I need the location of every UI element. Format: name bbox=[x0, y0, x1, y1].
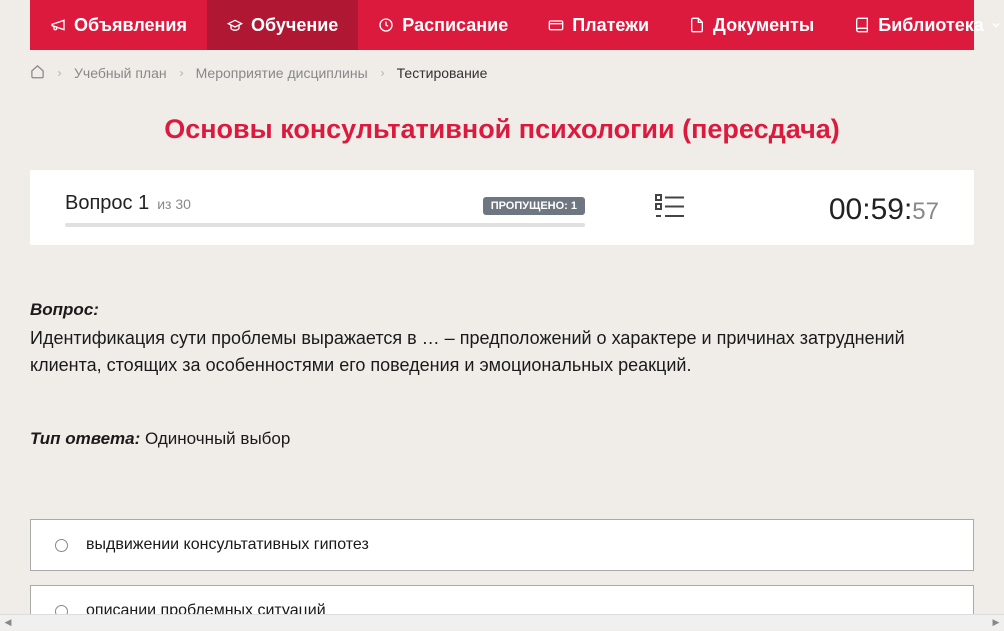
scroll-right-icon[interactable]: ▶ bbox=[988, 615, 1004, 631]
chevron-down-icon bbox=[990, 15, 1002, 36]
breadcrumb-curriculum[interactable]: Учебный план bbox=[74, 65, 167, 81]
question-list-icon[interactable] bbox=[655, 194, 685, 225]
page-title: Основы консультативной психологии (перес… bbox=[0, 114, 1004, 145]
book-icon bbox=[854, 17, 870, 33]
main-nav: Объявления Обучение Расписание Платежи Д… bbox=[30, 0, 974, 50]
document-icon bbox=[689, 17, 705, 33]
breadcrumb-current: Тестирование bbox=[397, 65, 488, 81]
radio-icon bbox=[55, 605, 68, 615]
question-text: Идентификация сути проблемы выражается в… bbox=[30, 325, 974, 379]
radio-icon bbox=[55, 539, 68, 552]
question-label: Вопрос: bbox=[30, 300, 974, 320]
nav-label: Расписание bbox=[402, 15, 508, 36]
answer-option[interactable]: описании проблемных ситуаций bbox=[30, 585, 974, 614]
nav-education[interactable]: Обучение bbox=[207, 0, 358, 50]
skipped-badge: ПРОПУЩЕНО: 1 bbox=[483, 197, 585, 215]
chevron-right-icon bbox=[177, 65, 186, 81]
question-section: Вопрос: Идентификация сути проблемы выра… bbox=[0, 245, 1004, 479]
graduation-cap-icon bbox=[227, 17, 243, 33]
answer-text: выдвижении консультативных гипотез bbox=[86, 536, 369, 554]
chevron-right-icon bbox=[55, 65, 64, 81]
home-icon[interactable] bbox=[30, 64, 45, 82]
nav-label: Объявления bbox=[74, 15, 187, 36]
answer-type-value: Одиночный выбор bbox=[140, 429, 290, 448]
timer: 00:59:57 bbox=[829, 193, 939, 227]
credit-card-icon bbox=[548, 17, 564, 33]
scrollbar-track[interactable] bbox=[16, 615, 988, 631]
timer-main: 00:59: bbox=[829, 193, 912, 227]
nav-label: Обучение bbox=[251, 15, 338, 36]
breadcrumb-discipline-event[interactable]: Мероприятие дисциплины bbox=[196, 65, 368, 81]
clock-icon bbox=[378, 17, 394, 33]
chevron-right-icon bbox=[378, 65, 387, 81]
question-total: из 30 bbox=[157, 196, 191, 212]
progress-bar bbox=[65, 223, 585, 227]
answer-text: описании проблемных ситуаций bbox=[86, 602, 326, 614]
nav-schedule[interactable]: Расписание bbox=[358, 0, 528, 50]
answers-list: выдвижении консультативных гипотез описа… bbox=[0, 479, 1004, 614]
breadcrumb: Учебный план Мероприятие дисциплины Тест… bbox=[0, 50, 1004, 96]
horizontal-scrollbar[interactable]: ◀ ▶ bbox=[0, 614, 1004, 630]
megaphone-icon bbox=[50, 17, 66, 33]
answer-type-label: Тип ответа: bbox=[30, 429, 140, 448]
question-number: Вопрос 1 bbox=[65, 192, 149, 215]
nav-label: Библиотека bbox=[878, 15, 984, 36]
timer-seconds: 57 bbox=[912, 198, 939, 226]
nav-label: Документы bbox=[713, 15, 814, 36]
nav-payments[interactable]: Платежи bbox=[528, 0, 669, 50]
answer-type: Тип ответа: Одиночный выбор bbox=[30, 429, 974, 449]
scroll-left-icon[interactable]: ◀ bbox=[0, 615, 16, 631]
nav-documents[interactable]: Документы bbox=[669, 0, 834, 50]
status-bar: Вопрос 1 из 30 ПРОПУЩЕНО: 1 00:59:57 bbox=[30, 170, 974, 245]
nav-label: Платежи bbox=[572, 15, 649, 36]
nav-announcements[interactable]: Объявления bbox=[30, 0, 207, 50]
answer-option[interactable]: выдвижении консультативных гипотез bbox=[30, 519, 974, 571]
nav-library[interactable]: Библиотека bbox=[834, 0, 1004, 50]
